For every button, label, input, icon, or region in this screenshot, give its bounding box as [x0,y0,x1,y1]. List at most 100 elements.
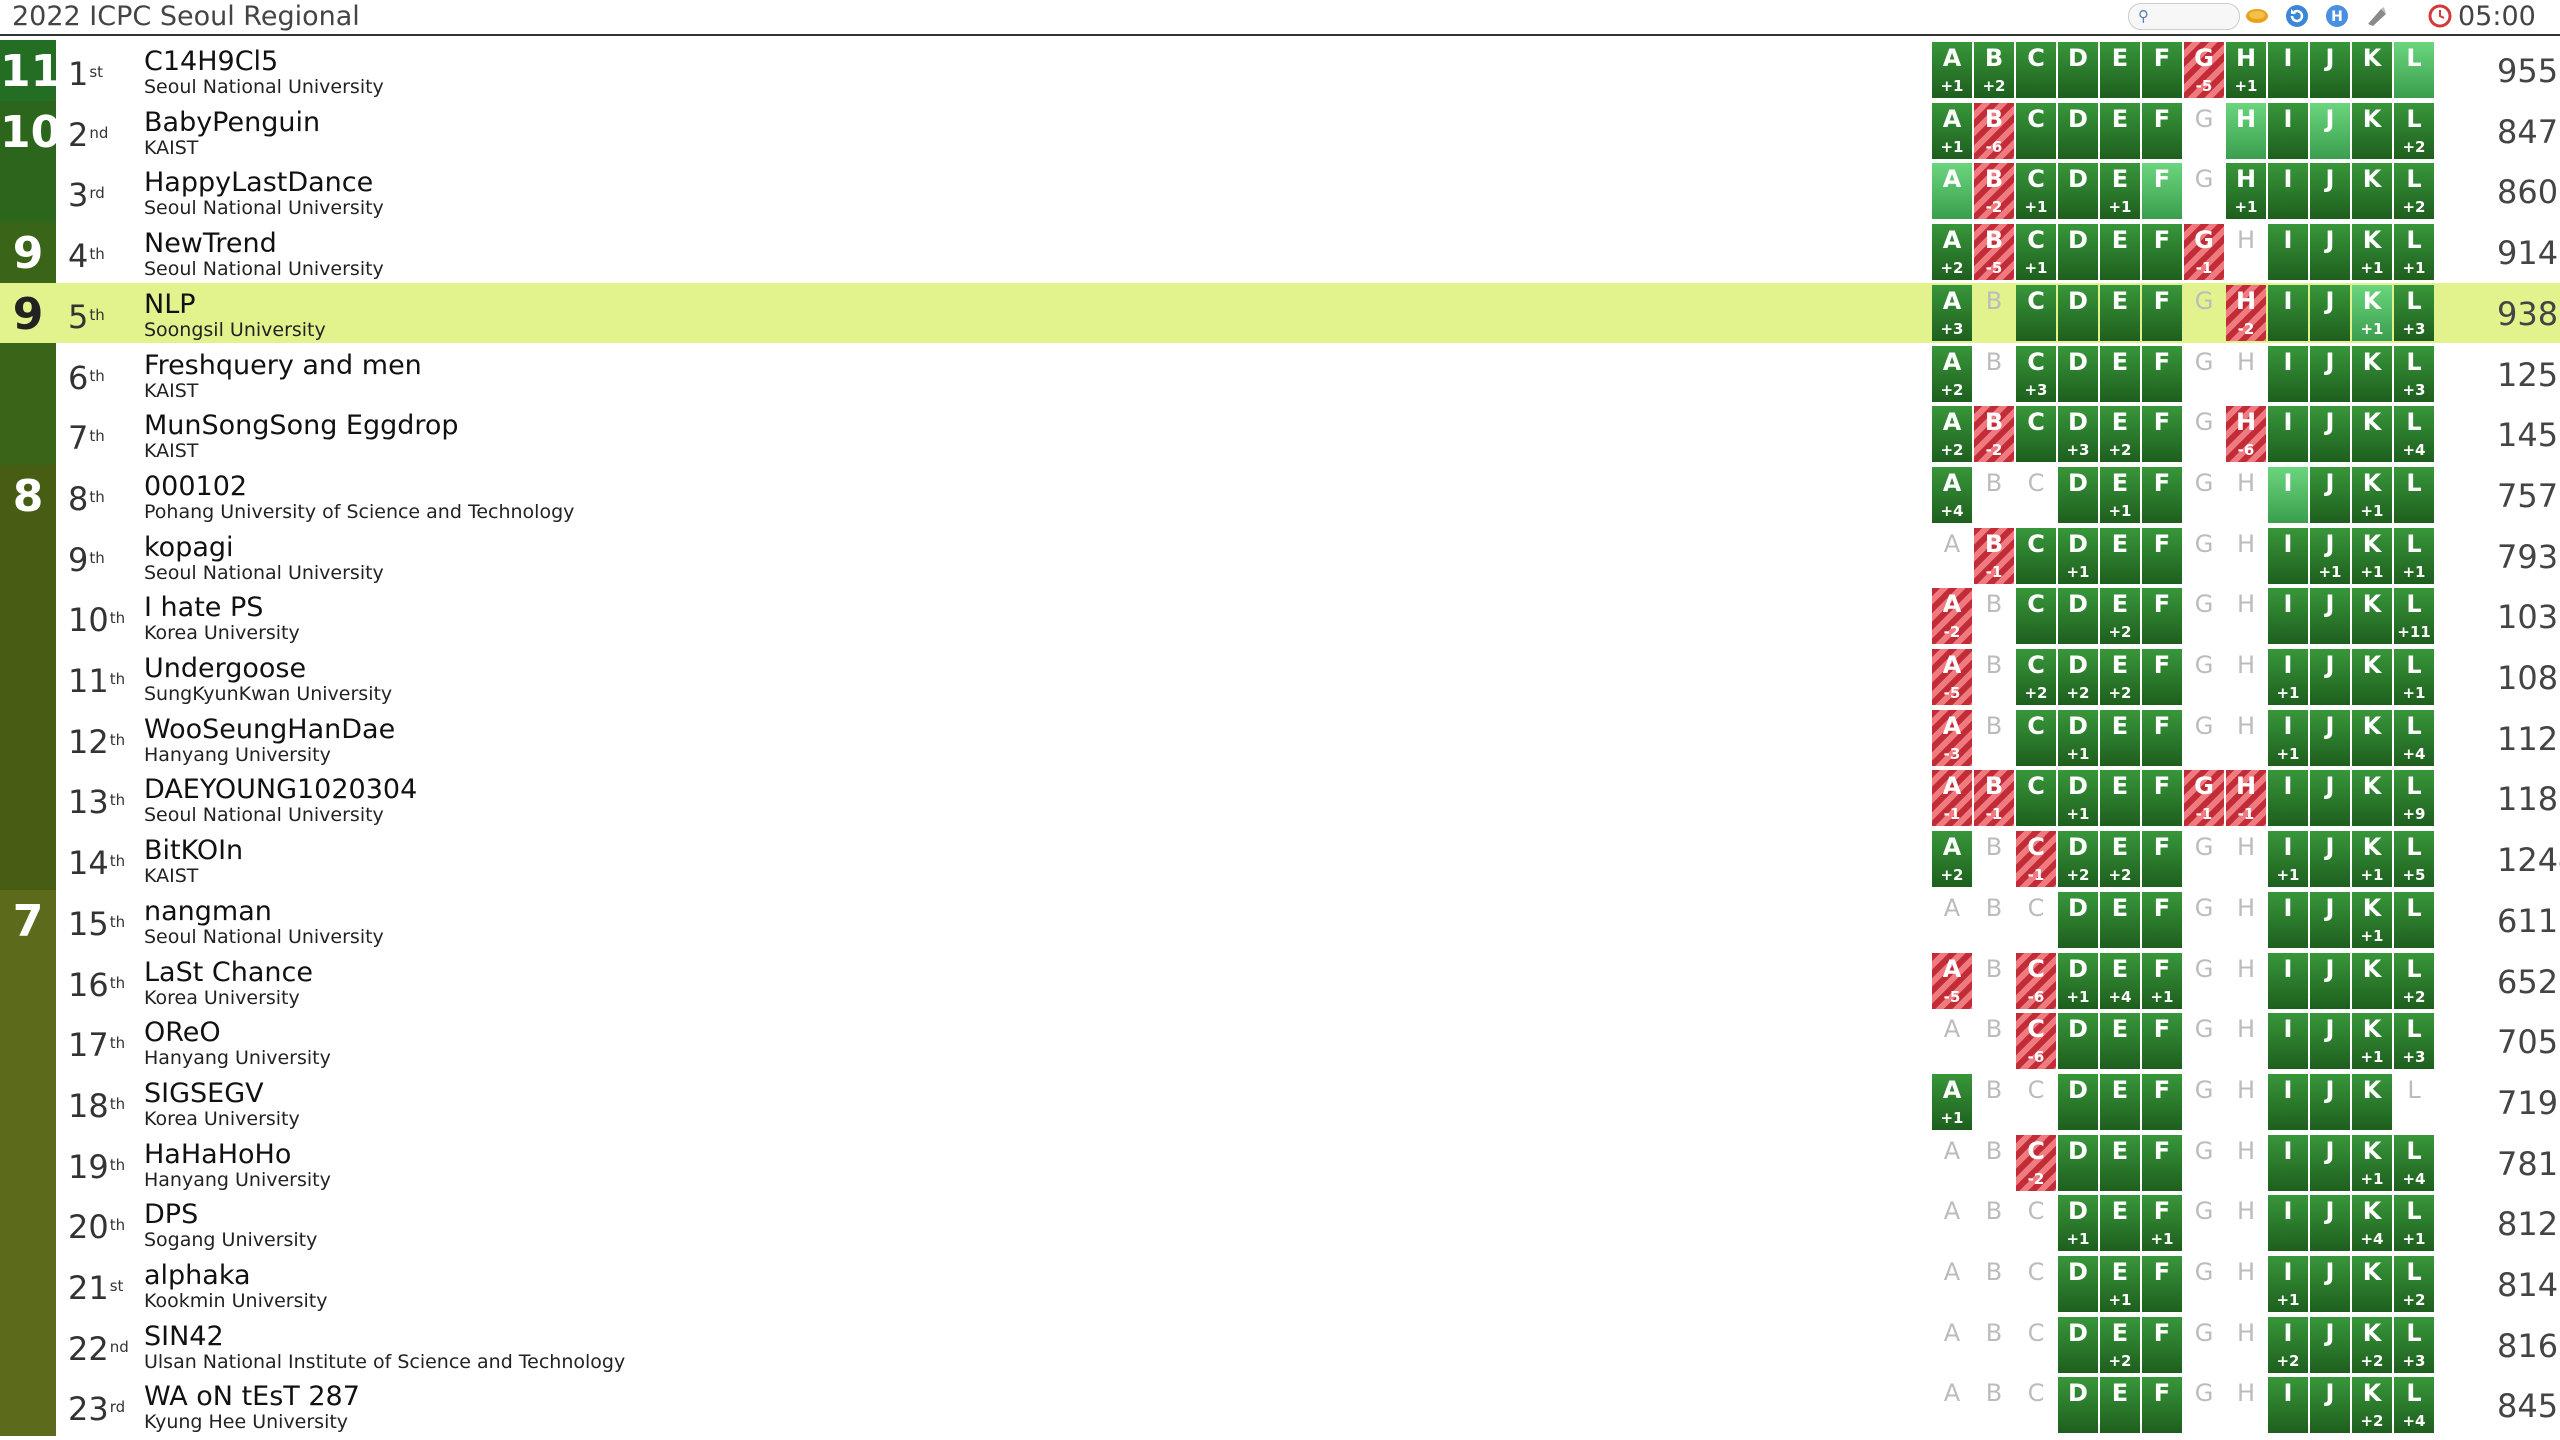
problem-cell-a[interactable]: A [1932,528,1972,584]
problem-cell-j[interactable]: J [2310,1256,2350,1312]
problem-cell-c[interactable]: C +1 [2016,163,2056,220]
problem-cell-h[interactable]: H +1 [2226,163,2266,220]
problem-cell-d[interactable]: D [2058,102,2098,159]
team-row[interactable]: 12th WooSeungHanDae Hanyang University A -3 B… [56,708,2560,768]
problem-cell-a[interactable]: A -1 [1932,770,1972,827]
problem-cell-d[interactable]: D [2058,224,2098,281]
problem-cell-c[interactable]: C [2016,284,2056,341]
problem-cell-b[interactable]: B -1 [1974,770,2014,827]
problem-cell-e[interactable]: E [2100,1013,2140,1070]
problem-cell-b[interactable]: B [1974,1317,2014,1373]
problem-cell-g[interactable]: G [2184,528,2224,584]
problem-cell-b[interactable]: B -1 [1974,527,2014,584]
problem-cell-k[interactable]: K +2 [2352,1377,2392,1434]
problem-cell-e[interactable]: E [2100,770,2140,827]
problem-cell-h[interactable]: H [2226,467,2266,523]
pizza-icon[interactable] [2245,4,2269,28]
problem-cell-g[interactable]: G [2184,1256,2224,1312]
team-row[interactable]: 15th nangman Seoul National University A B C D… [56,890,2560,950]
problem-cell-h[interactable]: H -2 [2226,284,2266,341]
problem-cell-e[interactable]: E [2100,891,2140,948]
problem-cell-a[interactable]: A +1 [1932,42,1972,98]
problem-cell-e[interactable]: E [2100,1377,2140,1434]
problem-cell-f[interactable]: F [2142,709,2182,766]
problem-cell-d[interactable]: D +1 [2058,952,2098,1009]
problem-cell-k[interactable]: K +1 [2352,527,2392,584]
problem-cell-f[interactable]: F [2142,588,2182,645]
problem-cell-c[interactable]: C [2016,709,2056,766]
problem-cell-a[interactable]: A +3 [1932,284,1972,341]
problem-cell-h[interactable]: H -6 [2226,406,2266,463]
problem-cell-f[interactable]: F [2142,284,2182,341]
problem-cell-j[interactable]: J +1 [2310,527,2350,584]
problem-cell-g[interactable]: G [2184,710,2224,766]
problem-cell-c[interactable]: C +2 [2016,649,2056,705]
problem-cell-f[interactable]: F [2142,1256,2182,1312]
problem-cell-h[interactable]: H [2226,953,2266,1009]
problem-cell-j[interactable]: J [2310,952,2350,1009]
problem-cell-h[interactable]: H [2226,831,2266,887]
problem-cell-k[interactable]: K [2352,42,2392,98]
problem-cell-e[interactable]: E [2100,1195,2140,1252]
problem-cell-d[interactable]: D +2 [2058,649,2098,705]
search-input[interactable]: ⚲ [2128,3,2240,30]
problem-cell-i[interactable]: I [2268,406,2308,463]
problem-cell-l[interactable]: L +4 [2394,709,2434,766]
problem-cell-j[interactable]: J [2310,102,2350,159]
problem-cell-i[interactable]: I [2268,770,2308,827]
problem-cell-l[interactable]: L +5 [2394,831,2434,888]
problem-cell-l[interactable]: L [2394,42,2434,98]
problem-cell-b[interactable]: B -6 [1974,102,2014,159]
problem-cell-l[interactable]: L +11 [2394,588,2434,645]
problem-cell-k[interactable]: K [2352,649,2392,705]
problem-cell-i[interactable]: I [2268,952,2308,1009]
problem-cell-k[interactable]: K +1 [2352,891,2392,948]
problem-cell-f[interactable]: F +1 [2142,1195,2182,1252]
problem-cell-c[interactable]: C [2016,1074,2056,1130]
problem-cell-l[interactable]: L +4 [2394,1134,2434,1191]
problem-cell-b[interactable]: B [1974,1013,2014,1069]
problem-cell-k[interactable]: K [2352,345,2392,402]
problem-cell-e[interactable]: E +2 [2100,588,2140,645]
problem-cell-e[interactable]: E [2100,1134,2140,1191]
problem-cell-l[interactable]: L +2 [2394,1256,2434,1312]
problem-cell-f[interactable]: F [2142,406,2182,463]
problem-cell-d[interactable]: D +3 [2058,406,2098,463]
problem-cell-i[interactable]: I +1 [2268,709,2308,766]
problem-cell-h[interactable]: H [2226,346,2266,402]
problem-cell-h[interactable]: H [2226,224,2266,280]
problem-cell-c[interactable]: C [2016,892,2056,948]
problem-cell-f[interactable]: F [2142,649,2182,705]
problem-cell-k[interactable]: K [2352,1073,2392,1130]
problem-cell-b[interactable]: B [1974,1074,2014,1130]
problem-cell-b[interactable]: B [1974,285,2014,341]
problem-cell-h[interactable]: H [2226,892,2266,948]
problem-cell-c[interactable]: C [2016,527,2056,584]
problem-cell-f[interactable]: F [2142,1316,2182,1373]
team-row[interactable]: 19th HaHaHoHo Hanyang University A B C -2 D E F G H… [56,1133,2560,1193]
problem-cell-e[interactable]: E [2100,42,2140,98]
problem-cell-b[interactable]: B [1974,831,2014,887]
problem-cell-j[interactable]: J [2310,406,2350,463]
team-row[interactable]: 16th LaSt Chance Korea University A -5 B C -6 D +… [56,951,2560,1011]
problem-cell-c[interactable]: C [2016,406,2056,463]
problem-cell-e[interactable]: E +2 [2100,1316,2140,1373]
problem-cell-a[interactable]: A [1932,1317,1972,1373]
team-row[interactable]: 1st C14H9Cl5 Seoul National University A +1 B… [56,40,2560,100]
problem-cell-j[interactable]: J [2310,42,2350,98]
problem-cell-b[interactable]: B [1974,1195,2014,1251]
problem-cell-j[interactable]: J [2310,891,2350,948]
problem-cell-g[interactable]: G [2184,467,2224,523]
balloon-icon[interactable] [2365,4,2389,28]
problem-cell-l[interactable]: L [2394,891,2434,948]
problem-cell-j[interactable]: J [2310,1134,2350,1191]
problem-cell-a[interactable]: A +4 [1932,466,1972,523]
problem-cell-d[interactable]: D [2058,345,2098,402]
problem-cell-e[interactable]: E +4 [2100,952,2140,1009]
problem-cell-a[interactable]: A +2 [1932,224,1972,281]
problem-cell-b[interactable]: B -2 [1974,163,2014,220]
team-row[interactable]: 21st alphaka Kookmin University A B C D E +1 F G H I… [56,1254,2560,1314]
problem-cell-f[interactable]: F [2142,527,2182,584]
problem-cell-i[interactable]: I [2268,102,2308,159]
problem-cell-e[interactable]: E +2 [2100,831,2140,888]
